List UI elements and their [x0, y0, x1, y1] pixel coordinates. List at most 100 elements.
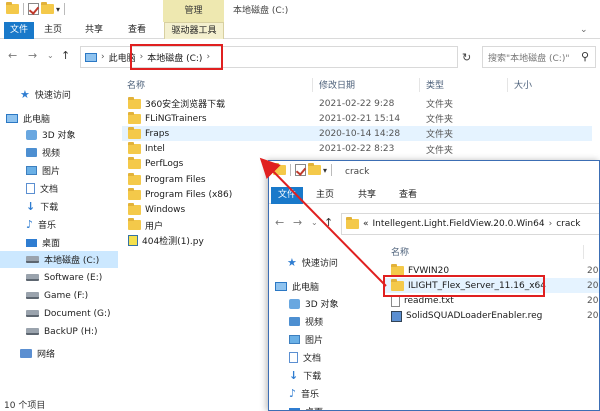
file-row[interactable]: 360安全浏览器下载 2021-02-22 9:28 文件夹	[122, 96, 592, 111]
drive-icon	[26, 310, 39, 317]
sidebar-item[interactable]: ★ 快速访问	[269, 254, 387, 271]
refresh-icon[interactable]: ↻	[462, 51, 471, 64]
file-name: FLiNGTrainers	[145, 113, 207, 124]
sidebar-item[interactable]: Game (F:)	[0, 287, 118, 304]
quick-access-toolbar: ▾	[6, 2, 67, 15]
sidebar-item[interactable]: Document (G:)	[0, 305, 118, 322]
sidebar-item-label: Document (G:)	[44, 308, 111, 319]
back-arrow-icon[interactable]: ←	[275, 217, 284, 229]
video-icon	[289, 317, 300, 326]
forward-arrow-icon[interactable]: →	[293, 217, 302, 229]
sidebar-item[interactable]: 桌面	[0, 234, 118, 251]
file-name-cell: Program Files	[128, 172, 206, 185]
column-divider[interactable]	[507, 78, 508, 92]
sidebar-item[interactable]: ♪ 音乐	[269, 385, 387, 402]
sidebar-item[interactable]: 图片	[0, 162, 118, 179]
column-header-name[interactable]: 名称	[391, 245, 409, 259]
tab-view[interactable]: 查看	[394, 187, 422, 204]
file-row[interactable]: Intel 2021-02-22 8:23 文件夹	[122, 142, 592, 157]
sidebar-item[interactable]: 此电脑	[269, 278, 387, 295]
folder-icon	[128, 126, 141, 139]
sidebar-item[interactable]: 视频	[269, 313, 387, 330]
documents-icon	[26, 183, 35, 194]
sidebar-item[interactable]: 桌面	[269, 403, 387, 410]
up-arrow-icon[interactable]: ↑	[324, 217, 333, 229]
sidebar-item[interactable]: 本地磁盘 (C:)	[0, 251, 118, 268]
tab-view[interactable]: 查看	[123, 22, 151, 39]
new-folder-icon[interactable]	[41, 2, 54, 14]
back-arrow-icon[interactable]: ←	[8, 50, 17, 62]
breadcrumb-crack[interactable]: crack	[556, 219, 580, 229]
pc-icon	[275, 282, 287, 291]
column-header-date[interactable]: 修改日期	[319, 78, 355, 92]
search-input[interactable]: 搜索"本地磁盘 (C:)" ⚲	[482, 46, 596, 68]
sidebar-item[interactable]: 此电脑	[0, 110, 118, 127]
sidebar-item[interactable]: 图片	[269, 331, 387, 348]
file-row[interactable]: readme.txt 20	[385, 294, 599, 309]
tab-share[interactable]: 共享	[353, 187, 381, 204]
sidebar-item[interactable]: BackUP (H:)	[0, 323, 118, 340]
file-date: 20	[587, 280, 599, 291]
breadcrumb-this-pc[interactable]: 此电脑	[109, 51, 136, 64]
sidebar-item[interactable]: 文档	[0, 180, 118, 197]
sidebar-item[interactable]: 视频	[0, 144, 118, 161]
address-bar[interactable]: › 此电脑 › 本地磁盘 (C:) ›	[80, 46, 458, 68]
sidebar-item[interactable]: ★ 快速访问	[0, 86, 118, 103]
new-folder-icon[interactable]	[308, 163, 321, 175]
file-name: PerfLogs	[145, 159, 184, 170]
properties-icon[interactable]	[295, 164, 306, 176]
file-row[interactable]: Fraps 2020-10-14 14:28 文件夹	[122, 126, 592, 142]
sidebar-item-label: 快速访问	[34, 91, 71, 101]
sidebar-item-label: 视频	[42, 149, 61, 159]
forward-arrow-icon[interactable]: →	[28, 50, 37, 62]
sidebar-item-label: 3D 对象	[305, 300, 339, 310]
sidebar-item[interactable]: 3D 对象	[269, 295, 387, 312]
file-row[interactable]: FVWIN20 20	[385, 263, 599, 278]
sidebar-item[interactable]: 文档	[269, 349, 387, 366]
column-divider[interactable]	[419, 78, 420, 92]
column-divider[interactable]	[312, 78, 313, 92]
file-row[interactable]: FLiNGTrainers 2021-02-21 15:14 文件夹	[122, 111, 592, 126]
sidebar-item[interactable]: 网络	[0, 345, 118, 362]
column-header-type[interactable]: 类型	[426, 78, 444, 92]
sidebar-item[interactable]: 3D 对象	[0, 126, 118, 143]
file-name: FVWIN20	[408, 265, 450, 276]
manage-tab[interactable]: 管理	[163, 0, 224, 22]
title-bar: ▾ crack	[269, 161, 599, 183]
file-row[interactable]: SolidSQUADLoaderEnabler.reg 20	[385, 309, 599, 324]
file-row[interactable]: ILIGHT_Flex_Server_11.16_x64 20	[385, 278, 599, 294]
sidebar-item-label: 文档	[303, 354, 322, 364]
sidebar-item-label: 音乐	[38, 221, 57, 231]
star-icon: ★	[20, 88, 30, 101]
column-header-name[interactable]: 名称	[127, 78, 145, 92]
breadcrumb-c-drive[interactable]: 本地磁盘 (C:)	[147, 51, 202, 64]
sidebar-item[interactable]: ↓ 下载	[269, 367, 387, 384]
tab-share[interactable]: 共享	[80, 22, 108, 39]
chevron-down-icon[interactable]: ⌄	[47, 50, 54, 62]
sidebar-item-label: 本地磁盘 (C:)	[44, 256, 100, 266]
column-divider[interactable]	[583, 245, 584, 259]
tab-file[interactable]: 文件	[4, 22, 34, 39]
folder-icon	[128, 157, 141, 170]
file-name-cell: SolidSQUADLoaderEnabler.reg	[391, 310, 542, 322]
tab-drive-tools[interactable]: 驱动器工具	[164, 22, 224, 39]
chevron-down-icon[interactable]: ⌄	[580, 22, 588, 39]
folder-icon	[128, 172, 141, 185]
tab-file[interactable]: 文件	[271, 187, 303, 204]
chevron-down-icon[interactable]: ▾	[323, 166, 327, 175]
breadcrumb-separator: ›	[139, 52, 144, 62]
file-date: 20	[587, 296, 599, 307]
address-bar[interactable]: « Intellegent.Light.FieldView.20.0.Win64…	[341, 213, 599, 235]
tab-home[interactable]: 主页	[311, 187, 339, 204]
sidebar-item[interactable]: Software (E:)	[0, 269, 118, 286]
sidebar-item[interactable]: ♪ 音乐	[0, 216, 118, 233]
tab-home[interactable]: 主页	[39, 22, 67, 39]
chevron-down-icon[interactable]: ⌄	[311, 217, 318, 229]
chevron-down-icon[interactable]: ▾	[56, 5, 60, 14]
properties-icon[interactable]	[28, 3, 39, 15]
breadcrumb-fieldview[interactable]: Intellegent.Light.FieldView.20.0.Win64	[373, 219, 545, 229]
breadcrumb-overflow[interactable]: «	[363, 219, 369, 229]
up-arrow-icon[interactable]: ↑	[61, 50, 70, 62]
sidebar-item[interactable]: ↓ 下载	[0, 198, 118, 215]
column-header-size[interactable]: 大小	[514, 78, 532, 92]
